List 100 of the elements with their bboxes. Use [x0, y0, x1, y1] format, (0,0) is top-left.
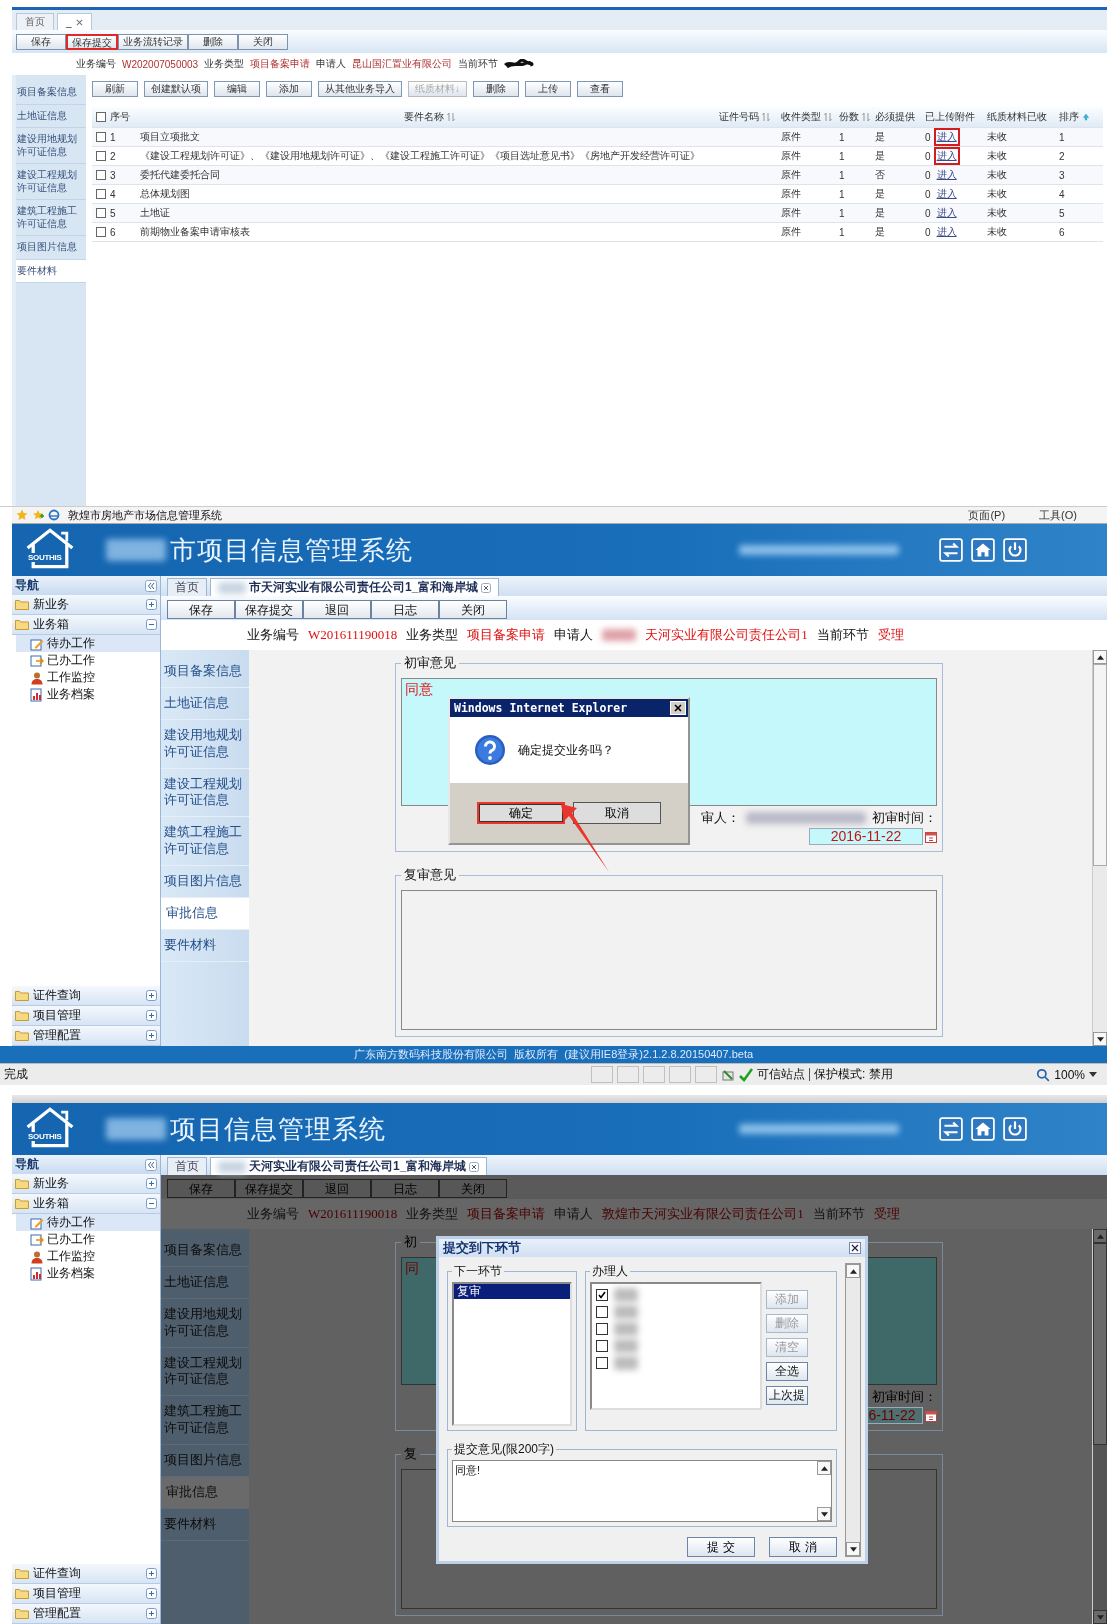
action-button[interactable]: 查看 [577, 81, 623, 97]
checkbox[interactable] [96, 189, 106, 199]
nav-item[interactable]: 业务档案 [16, 686, 160, 703]
scrollbar[interactable] [1092, 650, 1107, 1046]
scroll-up-icon[interactable] [849, 1268, 857, 1274]
list-option[interactable]: 复审 [454, 1284, 570, 1299]
star-icon[interactable] [16, 509, 28, 521]
toolbar-button[interactable]: 关闭 [439, 599, 507, 619]
toolbar-button[interactable]: 保存 [16, 33, 66, 50]
nav-group[interactable]: 管理配置 [12, 1604, 160, 1624]
column-header[interactable]: 序号 [110, 110, 130, 124]
enter-link[interactable]: 进入 [933, 185, 960, 203]
checkbox[interactable] [96, 170, 106, 180]
column-header[interactable]: 排序 [1059, 110, 1079, 124]
column-header[interactable]: 收件类型 [781, 110, 821, 124]
browser-menu[interactable]: 页面(P) [968, 507, 1006, 523]
close-icon[interactable] [481, 582, 492, 593]
nav-group[interactable]: 新业务 [12, 1174, 160, 1194]
tab[interactable]: 首页 [16, 13, 54, 30]
list-button[interactable]: 全选 [766, 1362, 808, 1381]
nav-group[interactable]: 证件查询 [12, 986, 160, 1006]
expand-icon[interactable] [146, 599, 157, 610]
toolbar-button[interactable]: 保存提交 [66, 33, 118, 50]
collapse-icon[interactable] [146, 1198, 157, 1209]
toolbar-button[interactable]: 删除 [188, 33, 238, 50]
side-nav-item[interactable]: 审批信息 [161, 1477, 249, 1509]
expand-icon[interactable] [146, 1010, 157, 1021]
action-button[interactable]: 编辑 [214, 81, 260, 97]
nav-item[interactable]: 已办工作 [16, 1231, 160, 1248]
side-nav-item[interactable]: 建筑工程施工许可证信息 [16, 200, 86, 236]
tab[interactable]: 天河实业有限公司责任公司1_富和海岸城 [210, 1157, 488, 1175]
column-header[interactable]: 要件名称 [404, 110, 444, 124]
column-header[interactable]: 必须提供 [875, 110, 915, 124]
action-button[interactable]: 删除 [473, 81, 519, 97]
tab[interactable]: 首页 [167, 578, 207, 596]
expand-icon[interactable] [146, 1568, 157, 1579]
expand-icon[interactable] [146, 1178, 157, 1189]
nav-group[interactable]: 管理配置 [12, 1026, 160, 1046]
expand-icon[interactable] [146, 990, 157, 1001]
dialog-button[interactable]: 取消 [573, 802, 661, 824]
scrollbar[interactable] [845, 1263, 861, 1557]
checkbox[interactable] [96, 151, 106, 161]
checkbox[interactable] [96, 132, 106, 142]
tab[interactable]: 首页 [167, 1157, 207, 1175]
nav-item[interactable]: 待办工作 [16, 635, 160, 652]
side-nav-item[interactable]: 项目图片信息 [16, 236, 86, 260]
column-header[interactable]: 已上传附件 [925, 110, 975, 124]
side-nav-item[interactable]: 建设用地规划许可证信息 [16, 128, 86, 164]
nav-group[interactable]: 新业务 [12, 595, 160, 615]
nav-item[interactable]: 业务档案 [16, 1265, 160, 1282]
enter-link[interactable]: 进入 [933, 223, 960, 241]
nav-group[interactable]: 项目管理 [12, 1006, 160, 1026]
checkbox[interactable] [596, 1356, 608, 1369]
side-nav-item[interactable]: 土地证信息 [161, 687, 249, 720]
tools-icon[interactable] [721, 1067, 735, 1082]
expand-icon[interactable] [146, 1030, 157, 1041]
nav-item[interactable]: 工作监控 [16, 1248, 160, 1265]
column-header[interactable]: 纸质材料已收 [987, 110, 1047, 124]
checkbox[interactable] [96, 208, 106, 218]
zoom-level[interactable]: 100% [1054, 1067, 1085, 1082]
checkbox[interactable] [96, 227, 106, 237]
collapse-icon[interactable] [145, 579, 157, 592]
switch-icon[interactable] [939, 1117, 963, 1141]
close-icon[interactable] [849, 1242, 861, 1254]
dialog-button[interactable]: 提 交 [687, 1537, 755, 1557]
scroll-down-icon[interactable] [820, 1511, 828, 1517]
checkbox[interactable] [96, 112, 106, 122]
close-icon[interactable] [469, 1161, 480, 1172]
toolbar-button[interactable]: 保存 [167, 599, 235, 619]
nav-item[interactable]: 待办工作 [16, 1214, 160, 1231]
enter-link[interactable]: 进入 [933, 147, 960, 165]
side-nav-item[interactable]: 建筑工程施工许可证信息 [161, 817, 249, 867]
zoom-icon[interactable] [1036, 1067, 1051, 1082]
action-button[interactable]: 创建默认项 [144, 81, 208, 97]
dialog-button[interactable]: 确定 [477, 802, 565, 824]
enter-link[interactable]: 进入 [933, 204, 960, 222]
nav-item[interactable]: 工作监控 [16, 669, 160, 686]
action-button[interactable]: 添加 [266, 81, 312, 97]
side-nav-item[interactable]: 建设工程规划许可证信息 [161, 768, 249, 818]
action-button[interactable]: 从其他业务导入 [318, 81, 402, 97]
calendar-icon[interactable] [925, 1409, 937, 1422]
enter-link[interactable]: 进入 [933, 166, 960, 184]
checkbox[interactable] [596, 1322, 608, 1335]
side-nav-item[interactable]: 要件材料 [161, 929, 249, 962]
action-button[interactable]: 上传 [525, 81, 571, 97]
nav-group[interactable]: 证件查询 [12, 1564, 160, 1584]
side-nav-item[interactable]: 要件材料 [16, 259, 86, 283]
expand-icon[interactable] [146, 1588, 157, 1599]
side-nav-item[interactable]: 项目备案信息 [16, 81, 86, 105]
date-field[interactable]: 2016-11-22 [809, 828, 923, 845]
side-nav-item[interactable]: 审批信息 [161, 898, 249, 930]
nav-item[interactable]: 已办工作 [16, 652, 160, 669]
column-header[interactable]: 证件号码 [719, 110, 759, 124]
list-button[interactable]: 上次提 [766, 1386, 808, 1405]
browser-menu[interactable]: 工具(O) [1039, 507, 1077, 523]
collapse-icon[interactable] [146, 619, 157, 630]
comment-field[interactable]: 同意! [452, 1460, 832, 1522]
toolbar-button[interactable]: 退回 [303, 599, 371, 619]
side-nav-item[interactable]: 项目备案信息 [161, 656, 249, 688]
tab[interactable]: _ [57, 13, 92, 30]
